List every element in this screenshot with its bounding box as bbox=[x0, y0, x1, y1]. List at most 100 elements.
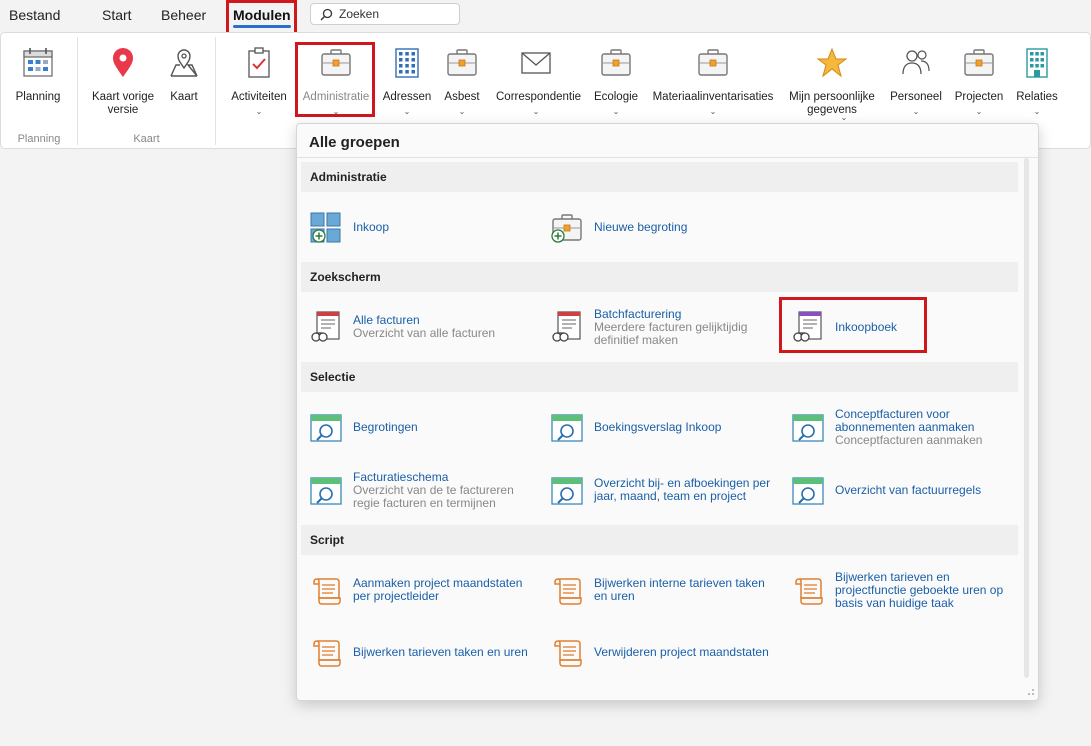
ribbon-button-kaart-vorige-versie[interactable]: Kaart vorige versie bbox=[92, 41, 154, 121]
search-document-icon bbox=[550, 411, 584, 445]
ribbon-button-correspondentie[interactable]: Correspondentie ⌄ bbox=[496, 41, 581, 123]
map-icon bbox=[170, 49, 198, 77]
ribbon-button-mijn-persoonlijke-gegevens[interactable]: Mijn persoonlijke gegevens ⌄ bbox=[789, 41, 875, 123]
ribbon-button-activiteiten[interactable]: Activiteiten ⌄ bbox=[231, 41, 287, 123]
purchase-book-icon bbox=[791, 310, 825, 344]
menu-bar: Bestand Start Beheer Modulen bbox=[0, 0, 1091, 37]
search-document-icon bbox=[309, 411, 343, 445]
item-title: Bijwerken interne tarieven taken en uren bbox=[594, 576, 765, 603]
list-item-aanmaken-project-maandstaten[interactable]: Aanmaken project maandstaten per project… bbox=[309, 574, 539, 608]
item-title: Nieuwe begroting bbox=[594, 220, 688, 234]
list-item-nieuwe-begroting[interactable]: Nieuwe begroting bbox=[550, 211, 780, 245]
star-icon bbox=[816, 47, 848, 78]
ribbon-label: Administratie bbox=[302, 91, 370, 103]
section-header-administratie: Administratie bbox=[301, 162, 1018, 192]
briefcase-icon bbox=[696, 46, 730, 80]
briefcase-icon bbox=[445, 46, 479, 80]
ribbon-button-projecten[interactable]: Projecten ⌄ bbox=[955, 41, 1003, 123]
item-title: Begrotingen bbox=[353, 420, 418, 434]
section-label: Administratie bbox=[310, 170, 387, 184]
list-item-overzicht-bij-afboekingen[interactable]: Overzicht bij- en afboekingen per jaar, … bbox=[550, 474, 780, 508]
item-title: Overzicht van factuurregels bbox=[835, 483, 982, 497]
calendar-icon bbox=[23, 48, 53, 77]
item-title: Aanmaken project maandstaten per project… bbox=[353, 576, 523, 603]
chevron-down-icon: ⌄ bbox=[255, 107, 263, 116]
list-item-facturatieschema[interactable]: Facturatieschema Overzicht van de te fac… bbox=[309, 471, 539, 510]
search-box[interactable] bbox=[310, 3, 460, 25]
ribbon-button-materiaalinventarisaties[interactable]: Materiaalinventarisaties ⌄ bbox=[653, 41, 773, 123]
ribbon-button-adressen[interactable]: Adressen ⌄ bbox=[383, 41, 431, 123]
people-icon bbox=[902, 50, 930, 75]
list-item-inkoopboek[interactable]: Inkoopboek bbox=[791, 310, 1021, 344]
chevron-down-icon: ⌄ bbox=[332, 107, 340, 116]
active-tab-underline bbox=[233, 25, 291, 28]
search-input[interactable] bbox=[339, 6, 454, 22]
building-icon bbox=[395, 48, 419, 78]
search-document-icon bbox=[550, 474, 584, 508]
ribbon-button-relaties[interactable]: Relaties ⌄ bbox=[1016, 41, 1058, 123]
list-item-begrotingen[interactable]: Begrotingen bbox=[309, 411, 539, 445]
script-scroll-icon bbox=[550, 636, 584, 670]
tab-start[interactable]: Start bbox=[102, 7, 132, 23]
list-item-bijwerken-tarieven-taken[interactable]: Bijwerken tarieven taken en uren bbox=[309, 636, 539, 670]
script-scroll-icon bbox=[550, 574, 584, 608]
search-document-icon bbox=[791, 411, 825, 445]
section-header-script: Script bbox=[301, 525, 1018, 555]
list-item-bijwerken-interne-tarieven[interactable]: Bijwerken interne tarieven taken en uren bbox=[550, 574, 780, 608]
ribbon-label: Relaties bbox=[1016, 91, 1058, 103]
list-item-alle-facturen[interactable]: Alle facturen Overzicht van alle facture… bbox=[309, 310, 539, 344]
ribbon-button-administratie[interactable]: Administratie ⌄ bbox=[303, 41, 369, 123]
chevron-down-icon: ⌄ bbox=[532, 107, 540, 116]
ribbon-label: Kaart bbox=[170, 91, 198, 103]
ribbon-label: Planning bbox=[15, 91, 61, 103]
item-subtitle: Overzicht van alle facturen bbox=[353, 326, 496, 340]
list-item-boekingsverslag-inkoop[interactable]: Boekingsverslag Inkoop bbox=[550, 411, 780, 445]
resize-grip-icon[interactable] bbox=[1025, 688, 1035, 698]
divider bbox=[297, 157, 1038, 158]
script-scroll-icon bbox=[791, 574, 825, 608]
ribbon-button-personeel[interactable]: Personeel ⌄ bbox=[890, 41, 942, 123]
item-subtitle: Overzicht van de te factureren regie fac… bbox=[353, 483, 514, 510]
item-title: Verwijderen project maandstaten bbox=[594, 645, 769, 659]
dropdown-scrollbar[interactable] bbox=[1024, 158, 1029, 678]
tab-label: Bestand bbox=[9, 7, 61, 23]
chevron-down-icon: ⌄ bbox=[403, 107, 411, 116]
list-item-conceptfacturen[interactable]: Conceptfacturen voor abonnementen aanmak… bbox=[791, 407, 1021, 447]
ribbon-button-planning[interactable]: Planning bbox=[16, 41, 60, 121]
briefcase-icon bbox=[962, 46, 996, 80]
item-subtitle: Meerdere facturen gelijktijdig definitie… bbox=[594, 320, 748, 347]
clipboard-check-icon bbox=[248, 47, 270, 78]
ribbon-button-ecologie[interactable]: Ecologie ⌄ bbox=[594, 41, 638, 123]
chevron-down-icon: ⌄ bbox=[1033, 107, 1041, 116]
item-title: Bijwerken tarieven en projectfunctie geb… bbox=[835, 570, 1004, 610]
briefcase-icon bbox=[319, 46, 353, 80]
section-header-selectie: Selectie bbox=[301, 362, 1018, 392]
invoice-binoculars-icon bbox=[309, 310, 343, 344]
dropdown-title: Alle groepen bbox=[309, 134, 400, 151]
list-item-verwijderen-maandstaten[interactable]: Verwijderen project maandstaten bbox=[550, 636, 780, 670]
search-document-icon bbox=[309, 474, 343, 508]
briefcase-icon bbox=[599, 46, 633, 80]
ribbon-button-asbest[interactable]: Asbest ⌄ bbox=[442, 41, 482, 123]
envelope-icon bbox=[521, 52, 551, 74]
ribbon-button-kaart[interactable]: Kaart bbox=[164, 41, 204, 121]
tab-modulen[interactable]: Modulen bbox=[233, 7, 291, 28]
ribbon-label: Correspondentie bbox=[496, 91, 582, 103]
tab-beheer[interactable]: Beheer bbox=[161, 7, 206, 23]
group-label-kaart: Kaart bbox=[133, 133, 160, 145]
item-title: Conceptfacturen voor abonnementen aanmak… bbox=[835, 407, 975, 434]
briefcase-add-icon bbox=[551, 211, 584, 243]
list-item-batchfacturering[interactable]: Batchfacturering Meerdere facturen gelij… bbox=[550, 308, 780, 347]
list-item-inkoop[interactable]: Inkoop bbox=[309, 211, 539, 245]
tab-bestand[interactable]: Bestand bbox=[9, 7, 60, 23]
chevron-down-icon: ⌄ bbox=[458, 107, 466, 116]
list-item-overzicht-factuurregels[interactable]: Overzicht van factuurregels bbox=[791, 474, 1021, 508]
group-separator bbox=[77, 37, 78, 145]
chevron-down-icon: ⌄ bbox=[709, 107, 717, 116]
list-item-bijwerken-tarieven-projectfunctie[interactable]: Bijwerken tarieven en projectfunctie geb… bbox=[791, 570, 1021, 610]
script-scroll-icon bbox=[309, 636, 343, 670]
office-building-icon bbox=[1026, 48, 1048, 78]
section-label: Selectie bbox=[310, 370, 356, 384]
item-title: Overzicht bij- en afboekingen per jaar, … bbox=[594, 476, 771, 503]
tab-label: Beheer bbox=[161, 7, 207, 23]
